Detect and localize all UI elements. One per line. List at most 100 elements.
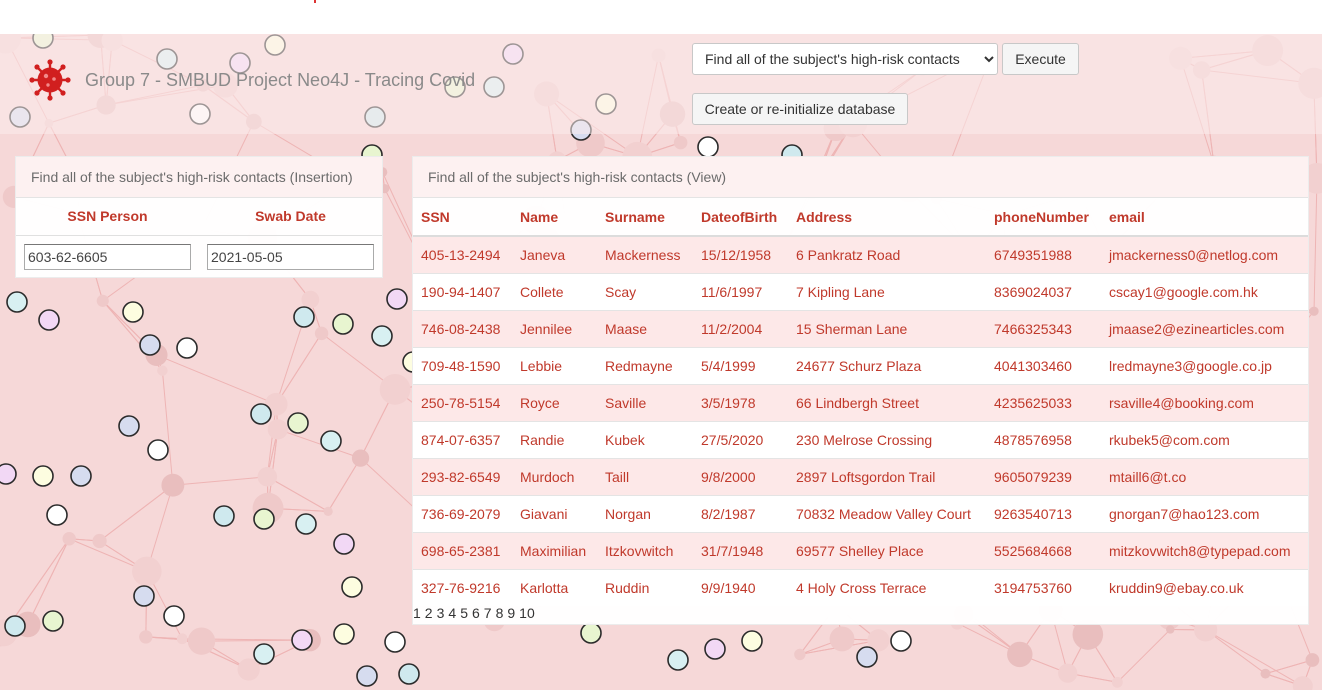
network-node [673, 135, 688, 150]
network-node [139, 630, 153, 644]
network-node [157, 365, 168, 376]
page-link[interactable]: 7 [484, 605, 492, 621]
cell-surname: Scay [597, 273, 693, 311]
cell-surname: Redmayne [597, 347, 693, 385]
person-node [332, 313, 354, 335]
cell-name: Royce [512, 384, 597, 422]
cell-ssn: 709-48-1590 [413, 347, 512, 385]
execute-button[interactable]: Execute [1002, 43, 1079, 75]
person-node [371, 325, 393, 347]
init-database-button[interactable]: Create or re-initialize database [692, 93, 908, 125]
page-link[interactable]: 8 [496, 605, 504, 621]
person-node [38, 309, 60, 331]
cell-email: mtaill6@t.co [1101, 458, 1308, 496]
cell-ssn: 190-94-1407 [413, 273, 512, 311]
cell-ssn: 746-08-2438 [413, 310, 512, 348]
person-node [122, 301, 144, 323]
column-header-phone[interactable]: phoneNumber [986, 198, 1101, 237]
cell-dob: 9/8/2000 [693, 458, 788, 496]
cell-address: 15 Sherman Lane [788, 310, 986, 348]
table-row: 736-69-2079 Giavani Norgan 8/2/1987 70832 Me… [413, 495, 1308, 533]
person-node [6, 291, 28, 313]
cell-email: gnorgan7@hao123.com [1101, 495, 1308, 533]
cell-address: 69577 Shelley Place [788, 532, 986, 570]
person-node [139, 334, 161, 356]
table-row: 250-78-5154 Royce Saville 3/5/1978 66 Lindbe… [413, 384, 1308, 422]
cell-email: jmaase2@ezinearticles.com [1101, 310, 1308, 348]
page-link[interactable]: 10 [519, 605, 535, 621]
ssn-person-header: SSN Person [67, 208, 148, 224]
network-node [176, 633, 188, 645]
network-node [1111, 676, 1123, 688]
network-node [62, 532, 76, 546]
person-node [890, 630, 912, 652]
cell-address: 2897 Loftsgordon Trail [788, 458, 986, 496]
query-select[interactable]: Find all of the subject's high-risk cont… [692, 43, 998, 75]
person-node [213, 505, 235, 527]
person-node [386, 288, 408, 310]
person-node [133, 585, 155, 607]
column-header-dob[interactable]: DateofBirth [693, 198, 788, 237]
network-node [1260, 668, 1271, 679]
page-link[interactable]: 3 [437, 605, 445, 621]
page-link[interactable]: 4 [448, 605, 456, 621]
column-header-email[interactable]: email [1101, 198, 1308, 237]
table-body: 405-13-2494 Janeva Mackerness 15/12/1958 6 P… [413, 235, 1308, 606]
cell-phone: 4041303460 [986, 347, 1101, 385]
cell-name: Collete [512, 273, 597, 311]
page-link[interactable]: 6 [472, 605, 480, 621]
cell-dob: 11/6/1997 [693, 273, 788, 311]
person-node [356, 665, 378, 687]
cell-surname: Itzkovwitch [597, 532, 693, 570]
results-table: SSN Name Surname DateofBirth Address phoneNum… [413, 198, 1308, 606]
cell-email: rsaville4@booking.com [1101, 384, 1308, 422]
cell-dob: 5/4/1999 [693, 347, 788, 385]
app-title: Group 7 - SMBUD Project Neo4J - Tracing … [85, 70, 476, 90]
column-header-address[interactable]: Address [788, 198, 986, 237]
network-node [187, 627, 216, 655]
cell-name: Maximilian [512, 532, 597, 570]
person-node [333, 623, 355, 645]
column-header-name[interactable]: Name [512, 198, 597, 237]
person-node [253, 643, 275, 665]
cell-address: 6 Pankratz Road [788, 235, 986, 274]
person-node [176, 337, 198, 359]
network-node [301, 290, 320, 309]
page-link[interactable]: 1 [413, 605, 421, 621]
cell-name: Karlotta [512, 569, 597, 606]
person-node [32, 465, 54, 487]
network-node [267, 419, 288, 440]
cell-phone: 4878576958 [986, 421, 1101, 459]
cell-surname: Norgan [597, 495, 693, 533]
view-panel: Find all of the subject's high-risk cont… [412, 156, 1309, 625]
person-node [163, 605, 185, 627]
person-node [118, 415, 140, 437]
swab-date-input[interactable] [207, 244, 374, 270]
pagination: 1 2 3 4 5 6 7 8 9 10 [413, 605, 539, 621]
cell-dob: 9/9/1940 [693, 569, 788, 606]
cell-phone: 5525684668 [986, 532, 1101, 570]
column-header-surname[interactable]: Surname [597, 198, 693, 237]
person-node [42, 610, 64, 632]
cell-ssn: 327-76-9216 [413, 569, 512, 606]
network-node [1058, 663, 1078, 683]
cell-name: Janeva [512, 235, 597, 274]
table-row: 327-76-9216 Karlotta Ruddin 9/9/1940 4 Holy … [413, 569, 1308, 606]
cell-address: 70832 Meadow Valley Court [788, 495, 986, 533]
cell-dob: 3/5/1978 [693, 384, 788, 422]
person-node [398, 663, 420, 685]
page-link[interactable]: 5 [460, 605, 468, 621]
person-node [856, 646, 878, 668]
cell-email: rkubek5@com.com [1101, 421, 1308, 459]
ssn-person-input[interactable] [24, 244, 191, 270]
column-header-ssn[interactable]: SSN [413, 198, 512, 237]
person-node [46, 504, 68, 526]
page-link[interactable]: 9 [507, 605, 515, 621]
person-node [384, 631, 406, 653]
cell-address: 66 Lindbergh Street [788, 384, 986, 422]
network-node [1305, 653, 1320, 667]
page-link[interactable]: 2 [425, 605, 433, 621]
person-node [741, 630, 763, 652]
cell-dob: 27/5/2020 [693, 421, 788, 459]
top-marker [314, 0, 316, 3]
